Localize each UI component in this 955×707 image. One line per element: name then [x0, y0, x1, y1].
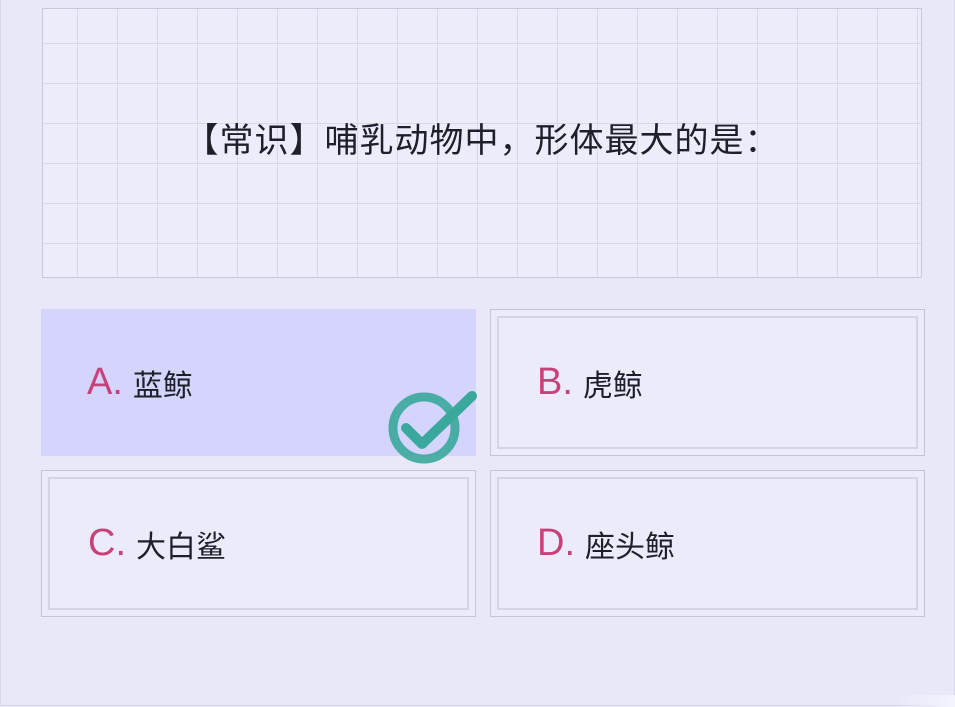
- option-c[interactable]: C. 大白鲨: [41, 470, 476, 617]
- check-circle-icon: [388, 391, 477, 464]
- option-c-content: C. 大白鲨: [88, 471, 226, 616]
- option-d-text: 座头鲸: [585, 529, 675, 565]
- question-box: 【常识】哺乳动物中，形体最大的是：: [42, 8, 922, 278]
- option-d-letter: D.: [537, 522, 575, 564]
- option-c-text: 大白鲨: [136, 529, 226, 565]
- question-text: 【常识】哺乳动物中，形体最大的是：: [184, 120, 780, 161]
- option-c-letter: C.: [88, 522, 126, 564]
- option-b[interactable]: B. 虎鲸: [490, 309, 925, 456]
- option-b-letter: B.: [537, 361, 573, 403]
- option-d-content: D. 座头鲸: [537, 471, 675, 616]
- option-b-text: 虎鲸: [582, 368, 643, 404]
- option-a-letter: A.: [87, 361, 123, 403]
- option-a-text: 蓝鲸: [132, 368, 193, 404]
- corner-decoration: [895, 695, 955, 707]
- option-d[interactable]: D. 座头鲸: [490, 470, 925, 617]
- option-b-content: B. 虎鲸: [537, 310, 643, 455]
- option-a-content: A. 蓝鲸: [87, 309, 193, 456]
